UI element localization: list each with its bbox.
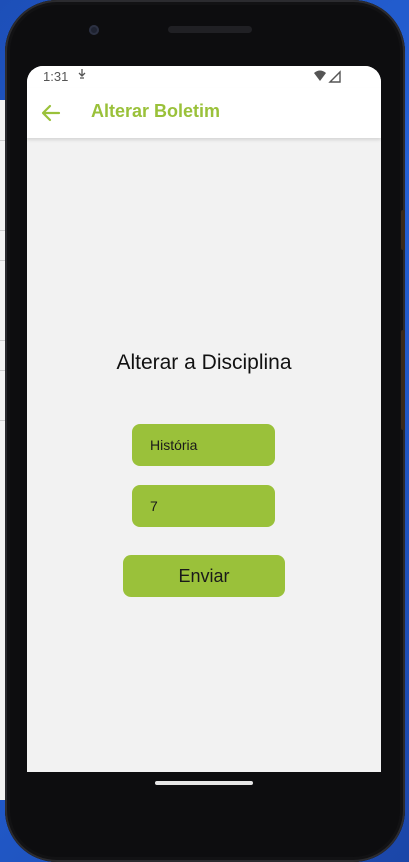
grade-input[interactable]: 7	[132, 485, 275, 527]
status-time: 1:31	[43, 69, 69, 84]
form-heading: Alterar a Disciplina	[116, 351, 292, 374]
front-camera	[89, 25, 99, 35]
volume-button	[401, 330, 405, 430]
page-title: Alterar Boletim	[91, 101, 221, 121]
wifi-icon	[314, 70, 326, 81]
status-bar: 1:31	[27, 66, 381, 88]
arrow-left-icon	[41, 104, 61, 122]
app-screen: 1:31 Alterar Boletim Alterar a Disciplin…	[27, 66, 381, 772]
app-bar: Alterar Boletim	[27, 88, 381, 138]
earpiece-speaker	[168, 26, 252, 33]
subject-input[interactable]: História	[132, 424, 275, 466]
home-gesture-handle[interactable]	[155, 781, 253, 785]
notification-icon	[78, 69, 86, 83]
power-button	[401, 210, 405, 250]
back-button[interactable]	[39, 101, 63, 125]
signal-icon	[328, 70, 341, 83]
submit-button[interactable]: Enviar	[123, 555, 285, 597]
status-icons	[313, 70, 343, 84]
